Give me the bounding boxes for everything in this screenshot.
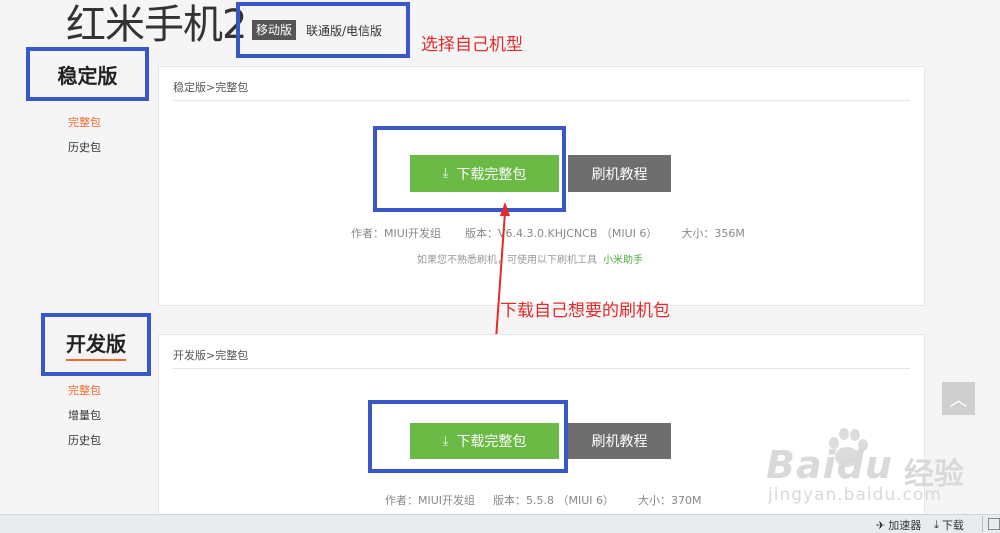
stable-section-label: 稳定版 <box>26 47 149 101</box>
version-text: 版本：5.5.8 （MIUI 6） <box>493 494 615 507</box>
sidebar-item-stable-history[interactable]: 历史包 <box>68 139 101 155</box>
tab-mobile-version[interactable]: 移动版 <box>252 20 297 40</box>
baidu-jingyan-watermark: Baidu 经验 jingyan.baidu.com <box>762 425 992 515</box>
size-text: 大小：370M <box>638 494 702 507</box>
stable-download-button[interactable]: ⤓ 下载完整包 <box>410 155 559 192</box>
browser-status-bar: ✈ 加速器 ⤓ 下载 <box>0 514 1000 533</box>
author-text: 作者：MIUI开发组 <box>351 227 442 240</box>
baidu-logo-text: Baidu <box>766 443 893 487</box>
breadcrumb: 稳定版>完整包 <box>173 81 249 94</box>
page-title: 红米手机2 <box>66 2 247 48</box>
download-label: 下载 <box>941 519 964 532</box>
breadcrumb: 开发版>完整包 <box>173 349 249 362</box>
dev-package-meta: 作者：MIUI开发组 版本：5.5.8 （MIUI 6） 大小：370M <box>385 492 702 508</box>
divider <box>982 516 983 532</box>
dev-label-text: 开发版 <box>66 328 126 361</box>
stable-label-text: 稳定版 <box>57 63 118 88</box>
dev-download-button[interactable]: ⤓ 下载完整包 <box>410 423 559 459</box>
download-button-label: 下载完整包 <box>456 434 527 450</box>
annotation-select-model: 选择自己机型 <box>421 35 523 55</box>
author-text: 作者：MIUI开发组 <box>385 494 476 507</box>
annotation-download-package: 下载自己想要的刷机包 <box>500 301 670 321</box>
download-icon: ⤓ <box>442 433 449 449</box>
model-tabs: 移动版 联通版/电信版 <box>236 2 410 58</box>
divider <box>173 100 910 101</box>
flash-tool-hint: 如果您不熟悉刷机，可使用以下刷机工具 小米助手 <box>417 251 643 266</box>
download-manager-button[interactable]: ⤓ 下载 <box>934 517 964 533</box>
size-text: 大小：356M <box>681 227 745 240</box>
window-icon[interactable] <box>988 518 1000 530</box>
dev-section-label: 开发版 <box>41 313 151 376</box>
sidebar-item-dev-history[interactable]: 历史包 <box>68 432 101 448</box>
sidebar-item-dev-full[interactable]: 完整包 <box>68 382 101 398</box>
divider <box>173 368 910 369</box>
chevron-up-icon: ︿ <box>949 389 968 411</box>
stable-tutorial-button[interactable]: 刷机教程 <box>568 155 671 192</box>
download-button-label: 下载完整包 <box>456 166 527 183</box>
watermark-url: jingyan.baidu.com <box>768 485 942 505</box>
accelerator-label: 加速器 <box>888 519 922 532</box>
download-icon: ⤓ <box>442 166 449 181</box>
sidebar-item-stable-full[interactable]: 完整包 <box>68 114 101 130</box>
rocket-icon: ✈ <box>876 518 886 532</box>
download-icon: ⤓ <box>934 518 939 531</box>
accelerator-button[interactable]: ✈ 加速器 <box>876 517 921 533</box>
tab-unicom-telecom-version[interactable]: 联通版/电信版 <box>306 22 382 39</box>
sidebar-item-dev-incremental[interactable]: 增量包 <box>68 407 101 423</box>
stable-package-meta: 作者：MIUI开发组 版本：V6.4.3.0.KHJCNCB （MIUI 6） 大小… <box>351 225 745 241</box>
dev-tutorial-button[interactable]: 刷机教程 <box>568 423 671 459</box>
mi-assistant-link[interactable]: 小米助手 <box>603 255 643 266</box>
scroll-to-top-button[interactable]: ︿ <box>942 382 975 415</box>
